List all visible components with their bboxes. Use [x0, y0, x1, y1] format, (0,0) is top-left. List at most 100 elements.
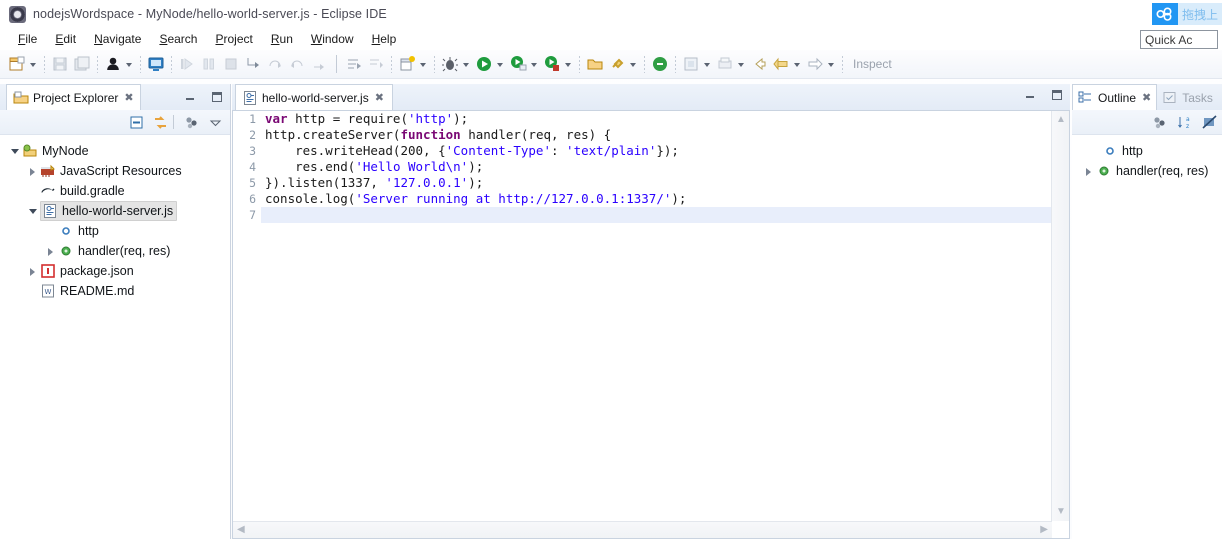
tasks-tab-label: Tasks	[1182, 90, 1213, 105]
quick-access-input[interactable]: Quick Ac	[1140, 30, 1218, 49]
run-external-tools-icon[interactable]	[508, 54, 528, 74]
sort-alphabetically-icon[interactable]: az	[1177, 115, 1191, 130]
project-icon	[22, 143, 38, 159]
chevron-right-icon[interactable]	[26, 264, 40, 278]
code-line[interactable]: console.log('Server running at http://12…	[261, 191, 1051, 207]
outline-item-http[interactable]: http	[1072, 141, 1222, 161]
link-with-editor-icon[interactable]	[153, 115, 167, 129]
js-library-icon	[40, 163, 56, 179]
link-icon[interactable]	[607, 54, 627, 74]
view-menu-icon[interactable]	[184, 115, 198, 129]
save-all-icon	[72, 54, 92, 74]
project-explorer-tab-row: Project Explorer ✖	[0, 84, 230, 110]
eclipse-icon	[9, 5, 26, 23]
menu-edit[interactable]: Edit	[46, 30, 85, 48]
menu-run[interactable]: Run	[262, 30, 302, 48]
open-perspective-icon	[681, 54, 701, 74]
tree-item-javascript-resources[interactable]: JavaScript Resources	[0, 161, 230, 181]
code-line[interactable]: res.writeHead(200, {'Content-Type': 'tex…	[261, 143, 1051, 159]
close-icon[interactable]: ✖	[375, 91, 384, 104]
user-profile-icon[interactable]	[103, 54, 123, 74]
debug-icon[interactable]	[440, 54, 460, 74]
code-line[interactable]: http.createServer(function handler(req, …	[261, 127, 1051, 143]
close-icon[interactable]: ✖	[124, 91, 133, 104]
run-dropdown-icon[interactable]	[495, 55, 505, 73]
menu-file[interactable]: File	[9, 30, 46, 48]
code-editor[interactable]: 1 2 3 4 5 6 7 var http = require('http')…	[233, 111, 1051, 521]
new-file-dropdown-icon[interactable]	[28, 55, 38, 73]
project-explorer-panel: Project Explorer ✖ MyNode JavaScript Res…	[0, 84, 231, 539]
editor-horizontal-scrollbar[interactable]: ◀ ▶	[233, 521, 1052, 538]
maximize-icon[interactable]	[210, 90, 224, 104]
minimize-icon[interactable]	[183, 90, 197, 104]
new-file-icon[interactable]	[7, 54, 27, 74]
maximize-icon[interactable]	[1050, 88, 1064, 102]
drop-to-frame-icon	[309, 54, 329, 74]
chevron-right-icon[interactable]	[26, 164, 40, 178]
menu-project[interactable]: Project	[206, 30, 261, 48]
code-line[interactable]	[261, 207, 1051, 223]
perspective-dropdown-icon[interactable]	[702, 55, 712, 73]
forward-dropdown-icon[interactable]	[792, 55, 802, 73]
link-dropdown-icon[interactable]	[628, 55, 638, 73]
outline-item-handler[interactable]: handler(req, res)	[1072, 161, 1222, 181]
code-line[interactable]: var http = require('http');	[261, 111, 1051, 127]
coverage-dropdown-icon[interactable]	[563, 55, 573, 73]
node-run-icon[interactable]	[650, 54, 670, 74]
tab-project-explorer[interactable]: Project Explorer ✖	[6, 84, 141, 110]
forward-nav-icon[interactable]	[805, 54, 825, 74]
chevron-down-icon[interactable]	[26, 204, 40, 218]
menu-navigate[interactable]: Navigate	[85, 30, 150, 48]
tree-item-handler[interactable]: handler(req, res)	[0, 241, 230, 261]
chevron-right-icon[interactable]	[1082, 164, 1096, 178]
menu-window[interactable]: Window	[302, 30, 363, 48]
code-plain: :	[550, 143, 567, 158]
minimize-icon[interactable]	[1023, 88, 1037, 102]
close-icon[interactable]: ✖	[1142, 91, 1151, 104]
code-line[interactable]: }).listen(1337, '127.0.0.1');	[261, 175, 1051, 191]
toolbar-separator	[97, 55, 98, 73]
hide-fields-icon[interactable]	[1202, 115, 1217, 129]
outline-label: handler(req, res)	[1116, 164, 1209, 178]
toolbar-separator	[171, 55, 172, 73]
scroll-right-icon[interactable]: ▶	[1040, 525, 1048, 535]
tree-item-hello-world-server-js[interactable]: hello-world-server.js	[0, 201, 230, 221]
user-profile-dropdown-icon[interactable]	[124, 55, 134, 73]
js-file-icon	[42, 203, 58, 219]
tree-item-package-json[interactable]: package.json	[0, 261, 230, 281]
scroll-down-icon[interactable]: ▼	[1056, 507, 1066, 517]
new-project-dropdown-icon[interactable]	[418, 55, 428, 73]
debug-dropdown-icon[interactable]	[461, 55, 471, 73]
collapse-all-icon[interactable]	[129, 115, 143, 129]
editor-vertical-scrollbar[interactable]: ▲ ▼	[1051, 111, 1069, 521]
code-text[interactable]: var http = require('http'); http.createSe…	[261, 111, 1051, 521]
coverage-icon[interactable]	[542, 54, 562, 74]
view-menu-chevron-icon[interactable]	[208, 115, 222, 129]
console-icon[interactable]	[146, 54, 166, 74]
chevron-down-icon[interactable]	[8, 144, 22, 158]
open-type-icon[interactable]	[585, 54, 605, 74]
tab-hello-world-server-js[interactable]: hello-world-server.js ✖	[235, 84, 393, 110]
tab-outline[interactable]: Outline ✖	[1072, 84, 1158, 110]
tree-item-http[interactable]: http	[0, 221, 230, 241]
chevron-right-icon[interactable]	[44, 244, 58, 258]
cloud-upload-badge[interactable]: 拖拽上	[1151, 3, 1222, 25]
tab-tasks[interactable]: Tasks	[1157, 85, 1218, 110]
scroll-up-icon[interactable]: ▲	[1056, 115, 1066, 125]
tree-item-mynode[interactable]: MyNode	[0, 141, 230, 161]
external-tools-dropdown-icon[interactable]	[529, 55, 539, 73]
run-icon[interactable]	[474, 54, 494, 74]
code-line[interactable]: res.end('Hello World\n');	[261, 159, 1051, 175]
new-java-project-icon[interactable]	[397, 54, 417, 74]
scroll-left-icon[interactable]: ◀	[237, 525, 245, 535]
forward-icon[interactable]	[771, 54, 791, 74]
tree-item-build-gradle[interactable]: build.gradle	[0, 181, 230, 201]
print-dropdown-icon[interactable]	[736, 55, 746, 73]
back-icon[interactable]	[749, 54, 769, 74]
tree-label: JavaScript Resources	[60, 164, 182, 178]
view-menu-icon[interactable]	[1152, 115, 1166, 129]
tree-item-readme-md[interactable]: W README.md	[0, 281, 230, 301]
menu-help[interactable]: Help	[363, 30, 406, 48]
forward-nav-dropdown-icon[interactable]	[826, 55, 836, 73]
menu-search[interactable]: Search	[150, 30, 206, 48]
